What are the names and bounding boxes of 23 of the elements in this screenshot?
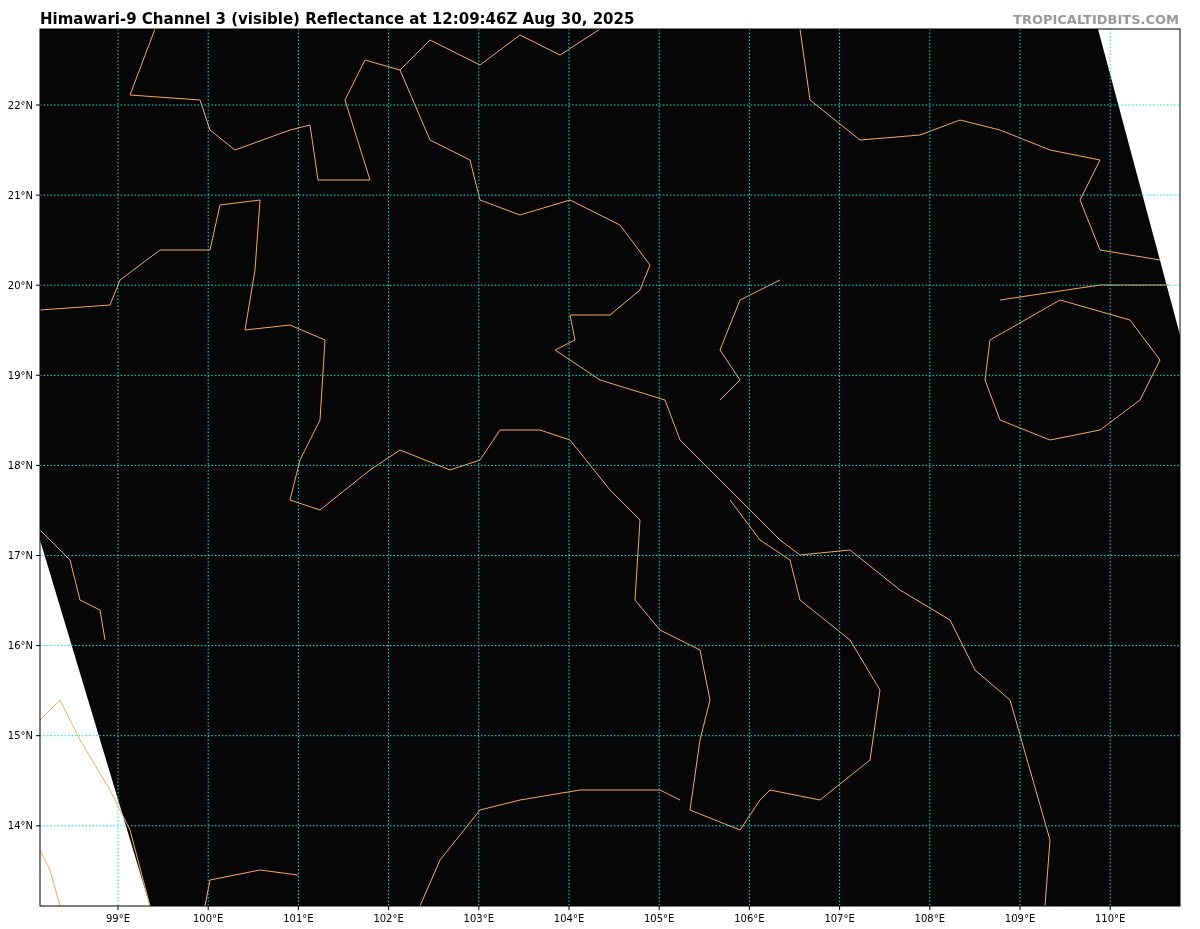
longitude-label: 104°E bbox=[553, 913, 585, 924]
latitude-label: 18°N bbox=[7, 459, 33, 471]
chart-title: Himawari-9 Channel 3 (visible) Reflectance at 12:09:46Z Aug 30, 2025 bbox=[40, 10, 635, 28]
longitude-label: 107°E bbox=[824, 913, 855, 924]
latitude-label: 14°N bbox=[7, 820, 33, 832]
longitude-label: 100°E bbox=[193, 913, 224, 924]
latitude-label: 19°N bbox=[7, 369, 33, 381]
longitude-label: 103°E bbox=[463, 913, 494, 924]
longitude-label: 99°E bbox=[106, 913, 130, 924]
latitude-label: 15°N bbox=[7, 730, 33, 742]
longitude-label: 102°E bbox=[373, 913, 404, 924]
longitude-label: 108°E bbox=[914, 913, 945, 924]
longitude-label: 109°E bbox=[1004, 913, 1036, 924]
latitude-label: 20°N bbox=[7, 279, 33, 291]
longitude-label: 106°E bbox=[734, 913, 765, 924]
longitude-label: 101°E bbox=[283, 913, 314, 924]
latitude-label: 16°N bbox=[7, 640, 33, 652]
latitude-label: 21°N bbox=[7, 189, 33, 201]
longitude-label: 110°E bbox=[1095, 913, 1126, 924]
site-credit: TROPICALTIDBITS.COM bbox=[1013, 12, 1179, 27]
longitude-label: 105°E bbox=[644, 913, 675, 924]
latitude-label: 17°N bbox=[7, 550, 33, 561]
latitude-label: 22°N bbox=[7, 99, 33, 111]
